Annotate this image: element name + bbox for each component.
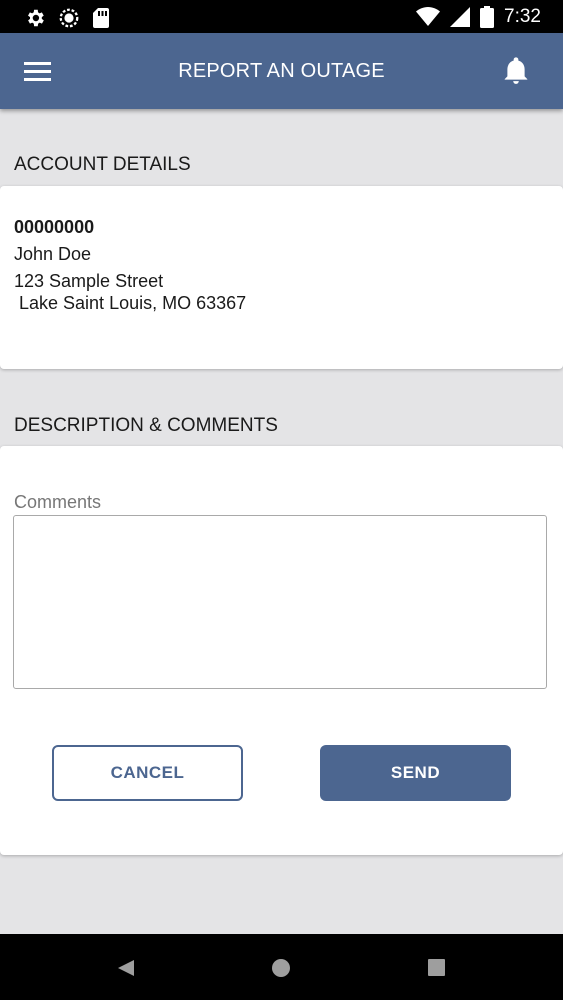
account-number: 00000000 [14,217,95,237]
status-icons-left [24,7,110,29]
description-card: Comments CANCEL SEND [0,446,563,855]
back-icon[interactable] [116,958,136,978]
account-city-line: Lake Saint Louis, MO 63367 [14,293,247,313]
send-button[interactable]: SEND [320,745,511,801]
home-icon[interactable] [271,958,291,978]
bell-icon[interactable] [503,57,529,85]
sync-icon [59,8,79,28]
status-time: 7:32 [504,6,541,27]
wifi-icon [416,7,441,26]
status-bar: 7:32 [0,0,563,33]
system-nav-bar [0,934,563,1000]
account-street: 123 Sample Street [14,271,164,291]
status-icons-right: 7:32 [416,6,541,28]
account-details-heading: ACCOUNT DETAILS [14,154,191,175]
signal-icon [450,7,471,27]
sd-card-icon [93,8,109,28]
recents-icon[interactable] [428,959,445,976]
battery-icon [480,6,495,28]
gear-icon [28,9,44,27]
app-bar: REPORT AN OUTAGE [0,33,563,109]
comments-input[interactable] [13,515,547,689]
account-name: John Doe [14,244,92,264]
page-title: REPORT AN OUTAGE [178,60,385,82]
comments-label: Comments [14,492,102,512]
account-details-card: 00000000 John Doe 123 Sample Street Lake… [0,186,563,369]
description-heading: DESCRIPTION & COMMENTS [14,415,278,436]
cancel-button[interactable]: CANCEL [52,745,243,801]
